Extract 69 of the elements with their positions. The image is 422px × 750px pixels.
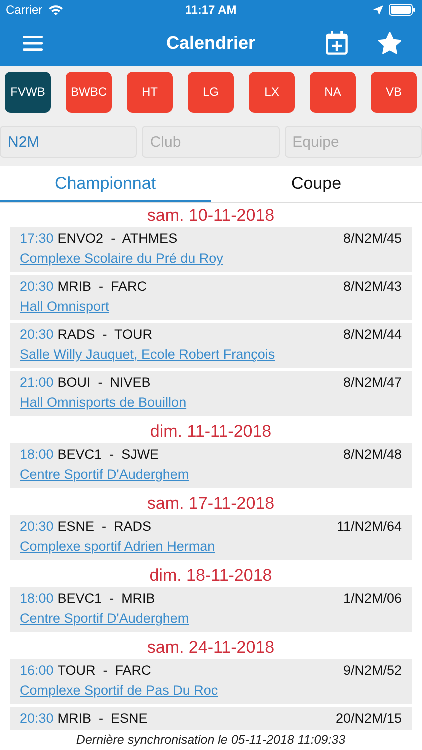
match-code: 8/N2M/43 bbox=[343, 278, 402, 294]
battery-icon bbox=[389, 4, 416, 16]
filter-field[interactable]: Club bbox=[142, 126, 280, 158]
star-icon bbox=[378, 32, 402, 54]
match-code: 8/N2M/47 bbox=[343, 374, 402, 390]
match-code: 11/N2M/64 bbox=[336, 518, 402, 534]
match-code: 8/N2M/48 bbox=[343, 446, 402, 462]
menu-icon bbox=[23, 36, 43, 50]
match-time: 16:00 bbox=[20, 662, 54, 678]
match-teams: ENVO2 - ATHMES bbox=[58, 230, 178, 246]
sync-status: Dernière synchronisation le 05-11-2018 11:09:33 bbox=[75, 733, 347, 749]
match-time: 20:30 bbox=[20, 326, 54, 342]
wifi-icon bbox=[48, 4, 64, 16]
league-chip[interactable]: LG bbox=[188, 72, 234, 112]
match-card[interactable]: 17:30 ENVO2 - ATHMES 8/N2M/45 Complexe Scolaire du Pré du Roy bbox=[10, 227, 412, 272]
filter-field[interactable]: N2M bbox=[0, 126, 138, 158]
match-card[interactable]: 16:00 TOUR - FARC 9/N2M/52 Complexe Sportif de Pas Du Roc bbox=[10, 659, 412, 704]
match-code: 8/N2M/45 bbox=[343, 230, 402, 246]
location-arrow-icon bbox=[373, 4, 384, 16]
league-chip[interactable]: HT bbox=[127, 72, 173, 112]
match-time: 17:30 bbox=[20, 230, 54, 246]
match-card[interactable]: 18:00 BEVC1 - MRIB 1/N2M/06 Centre Sportif D'Auderghem bbox=[10, 587, 412, 632]
match-code: 8/N2M/44 bbox=[343, 326, 402, 342]
day-header: dim. 11-11-2018 bbox=[149, 421, 273, 443]
match-teams: BEVC1 - MRIB bbox=[58, 590, 156, 606]
nav-title: Calendrier bbox=[166, 32, 256, 54]
match-time: 18:00 bbox=[20, 446, 54, 462]
league-chip[interactable]: BWBC bbox=[66, 72, 112, 112]
filter-field[interactable]: Equipe bbox=[284, 126, 422, 158]
match-code: 1/N2M/06 bbox=[343, 590, 402, 606]
day-header: sam. 17-11-2018 bbox=[146, 493, 276, 515]
venue-link[interactable]: Complexe Sportif de Pas Du Roc bbox=[20, 683, 218, 701]
day-header: sam. 24-11-2018 bbox=[146, 637, 276, 659]
day-header: sam. 10-11-2018 bbox=[146, 205, 276, 227]
match-teams: RADS - TOUR bbox=[58, 326, 153, 342]
venue-link[interactable]: Salle Willy Jauquet, Ecole Robert François bbox=[20, 347, 276, 365]
match-card[interactable]: 18:00 BEVC1 - SJWE 8/N2M/48 Centre Sportif D'Auderghem bbox=[10, 443, 412, 488]
match-card[interactable]: 21:00 BOUI - NIVEB 8/N2M/47 Hall Omnisports de Bouillon bbox=[10, 371, 412, 416]
league-chip[interactable]: NA bbox=[310, 72, 356, 112]
carrier-label: Carrier bbox=[6, 3, 43, 17]
venue-link[interactable]: Complexe Scolaire du Pré du Roy bbox=[20, 251, 224, 269]
venue-link[interactable]: Complexe sportif Adrien Herman bbox=[20, 539, 216, 557]
calendar-plus-icon bbox=[326, 31, 348, 55]
match-time: 18:00 bbox=[20, 590, 54, 606]
match-time: 20:30 bbox=[20, 278, 54, 294]
match-card[interactable]: 20:30 ESNE - RADS 11/N2M/64 Complexe sportif Adrien Herman bbox=[10, 515, 412, 560]
match-teams: MRIB - ESNE bbox=[58, 710, 148, 726]
match-time: 21:00 bbox=[20, 374, 54, 390]
match-teams: MRIB - FARC bbox=[58, 278, 148, 294]
league-chip[interactable]: VB bbox=[371, 72, 417, 112]
venue-link[interactable]: Hall Omnisports de Bouillon bbox=[20, 395, 187, 413]
match-teams: ESNE - RADS bbox=[58, 518, 152, 534]
match-time: 20:30 bbox=[20, 710, 54, 726]
status-time: 11:17 AM bbox=[185, 3, 237, 17]
league-chip[interactable]: FVWB bbox=[5, 72, 51, 112]
match-teams: TOUR - FARC bbox=[58, 662, 152, 678]
match-teams: BEVC1 - SJWE bbox=[58, 446, 160, 462]
venue-link[interactable]: Centre Sportif D'Auderghem bbox=[20, 467, 190, 485]
match-time: 20:30 bbox=[20, 518, 54, 534]
match-teams: BOUI - NIVEB bbox=[58, 374, 151, 390]
match-code: 9/N2M/52 bbox=[343, 662, 402, 678]
venue-link[interactable]: Hall Omnisport bbox=[20, 299, 110, 317]
league-chip[interactable]: LX bbox=[249, 72, 295, 112]
match-code: 20/N2M/15 bbox=[336, 710, 402, 726]
day-header: dim. 18-11-2018 bbox=[148, 565, 274, 587]
match-card[interactable]: 20:30 RADS - TOUR 8/N2M/44 Salle Willy Jauquet, Ecole Robert François bbox=[10, 323, 412, 368]
match-card[interactable]: 20:30 MRIB - ESNE 20/N2M/15 bbox=[10, 707, 412, 730]
match-card[interactable]: 20:30 MRIB - FARC 8/N2M/43 Hall Omnisport bbox=[10, 275, 412, 320]
venue-link[interactable]: Centre Sportif D'Auderghem bbox=[20, 611, 190, 629]
